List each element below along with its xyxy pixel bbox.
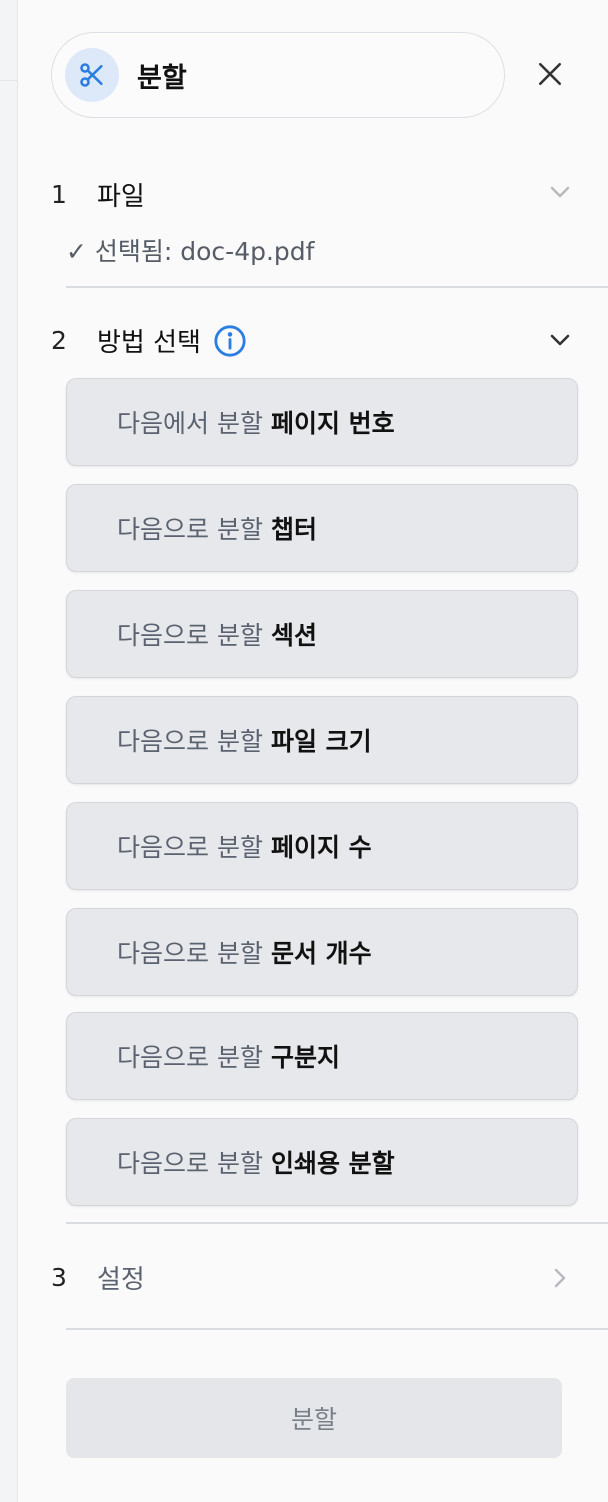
scissors-icon [80,63,103,87]
step-number: 1 [51,180,67,209]
step-label: 파일 [97,182,145,212]
split-method-button[interactable]: 다음으로 분할 섹션 [66,590,578,678]
left-strip [0,0,18,1502]
divider [0,80,18,81]
method-name: 페이지 수 [270,833,372,862]
method-name: 인쇄용 분할 [270,1149,395,1178]
step-number: 2 [51,326,67,355]
divider [66,1328,608,1330]
tool-header[interactable]: 분할 [51,32,505,118]
split-method-button[interactable]: 다음에서 분할 페이지 번호 [66,378,578,466]
tool-title: 분할 [137,62,187,94]
chevron-right-icon[interactable] [546,1264,574,1292]
step-file-header[interactable]: 1 파일 [51,176,145,213]
split-method-button[interactable]: 다음으로 분할 페이지 수 [66,802,578,890]
split-submit-button[interactable]: 분할 [66,1378,562,1458]
method-prefix: 다음으로 분할 [117,727,263,756]
tool-icon-badge [65,48,119,102]
method-prefix: 다음으로 분할 [117,515,263,544]
selected-file-status: ✓ 선택됨: doc-4p.pdf [66,237,315,266]
method-prefix: 다음으로 분할 [117,621,263,650]
split-method-button[interactable]: 다음으로 분할 구분지 [66,1012,578,1100]
split-method-button[interactable]: 다음으로 분할 챕터 [66,484,578,572]
method-prefix: 다음으로 분할 [117,833,263,862]
split-tool-panel: 분할 1 파일 ✓ 선택됨: doc-4p.pdf 2 방법 선택 다음에서 분… [18,0,608,1502]
method-name: 구분지 [270,1043,340,1072]
divider [66,286,608,288]
method-name: 섹션 [270,621,317,650]
step-settings-header[interactable]: 3 설정 [51,1259,145,1296]
close-icon [538,62,562,86]
split-method-button[interactable]: 다음으로 분할 인쇄용 분할 [66,1118,578,1206]
split-method-button[interactable]: 다음으로 분할 문서 개수 [66,908,578,996]
divider [66,1222,608,1224]
close-button[interactable] [532,54,568,94]
split-method-button[interactable]: 다음으로 분할 파일 크기 [66,696,578,784]
chevron-down-icon[interactable] [546,326,574,354]
method-prefix: 다음으로 분할 [117,1149,263,1178]
method-prefix: 다음으로 분할 [117,939,263,968]
method-name: 문서 개수 [270,939,372,968]
method-prefix: 다음에서 분할 [117,409,263,438]
step-number: 3 [51,1263,67,1292]
method-name: 파일 크기 [270,727,372,756]
chevron-down-icon[interactable] [546,178,574,206]
step-method-header[interactable]: 2 방법 선택 [51,322,247,359]
step-label: 방법 선택 [97,328,201,358]
method-name: 페이지 번호 [270,409,395,438]
method-prefix: 다음으로 분할 [117,1043,263,1072]
step-label: 설정 [97,1265,145,1295]
method-name: 챕터 [270,515,317,544]
info-icon[interactable] [213,324,247,358]
